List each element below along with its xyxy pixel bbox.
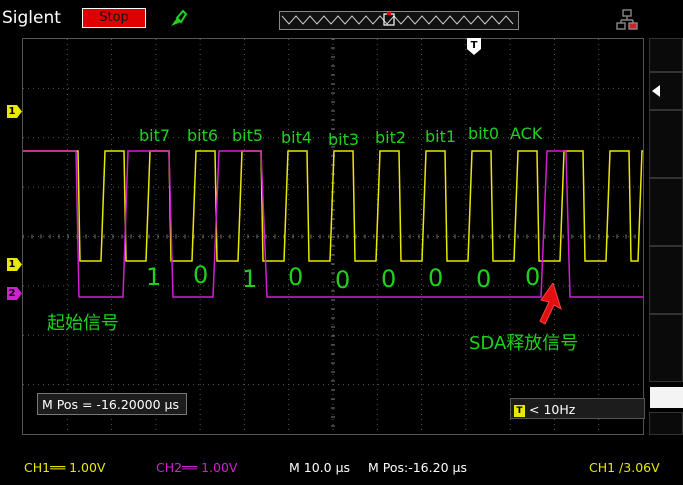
bit-value: 1 [146,263,162,291]
bit-value: 0 [335,266,351,294]
bit-label: bit7 [139,126,171,145]
bit-label: bit2 [375,128,407,147]
ch1-scale[interactable]: CH1══ 1.00V [24,460,106,475]
waveform-display[interactable] [22,38,644,435]
graticule-grid [23,39,643,434]
network-icon [616,9,638,30]
bit-value: 0 [428,264,444,292]
mpos-readout: M Pos = -16.20000 µs [37,393,187,415]
softkey-5[interactable] [649,246,683,314]
bit-value: 0 [193,261,209,289]
bit-value: 0 [288,263,304,291]
timebase-readout[interactable]: M 10.0 µs [289,460,350,475]
run-stop-button[interactable]: Stop [82,8,146,28]
memory-timeline[interactable] [279,11,519,30]
probe-icon [171,9,188,26]
mpos-status[interactable]: M Pos:-16.20 µs [368,460,467,475]
bit-label: bit1 [425,127,457,146]
brand-label: Siglent [2,8,61,28]
start-signal-label: 起始信号 [47,313,119,334]
softkey-1[interactable] [649,38,683,72]
bit-value: 1 [242,265,258,293]
softkey-7[interactable] [649,412,683,435]
ch2-offset-label: 2 [8,288,16,299]
trigger-source-icon: T [514,404,525,417]
red-arrow-icon [539,283,562,325]
arrow-left-icon [652,85,660,97]
ch1-offset-label: 1 [8,259,16,270]
bit-value: 0 [476,265,492,293]
softkey-2[interactable] [649,72,683,110]
ack-label: ACK [510,124,543,143]
timeline-waveform-icon [281,12,514,26]
bit-label: bit4 [281,128,313,147]
trigger-position-label: T [470,40,478,51]
trigger-frequency-box: T < 10Hz [510,398,645,419]
softkey-4[interactable] [649,178,683,246]
waveform-svg [23,39,643,434]
bit-value: 0 [381,265,397,293]
bit-label: bit6 [187,126,219,145]
trigger-status[interactable]: CH1 ∕3.06V [589,460,660,475]
sda-release-label: SDA释放信号 [469,333,579,354]
bit-label: bit3 [328,130,360,149]
bit-label: bit5 [232,126,264,145]
ch1-trigger-level-label: 1 [8,106,16,117]
bit-label: bit0 [468,124,500,143]
softkey-6[interactable] [649,314,683,382]
softkey-3[interactable] [649,110,683,178]
ch2-scale[interactable]: CH2══ 1.00V [156,460,238,475]
trigger-frequency: < 10Hz [529,402,576,417]
softkey-highlight[interactable] [650,387,683,408]
